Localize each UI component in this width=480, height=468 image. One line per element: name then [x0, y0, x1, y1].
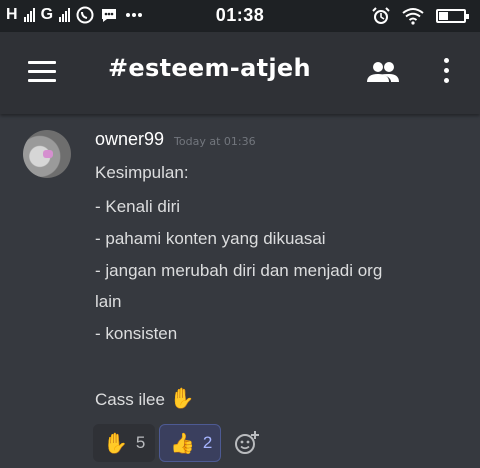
alarm-icon [372, 7, 390, 24]
more-vertical-icon[interactable] [440, 58, 452, 86]
message-line: lain [95, 292, 122, 311]
message-line: - jangan merubah diri dan menjadi org [95, 261, 383, 280]
message-header: owner99 Today at 01:36 [95, 129, 256, 150]
channel-title: #esteem-atjeh [108, 54, 311, 82]
message-line: - Kenali diri [95, 197, 181, 216]
message-line: - konsisten [95, 324, 178, 343]
battery-icon [436, 9, 469, 23]
status-right [372, 7, 469, 25]
reaction-emoji: ✋ [103, 431, 128, 455]
message-line: Kesimpulan: [95, 163, 189, 182]
battery-level [439, 12, 449, 20]
reaction-count: 5 [135, 433, 146, 452]
avatar[interactable] [23, 130, 71, 178]
message-line: Cass ilee [95, 390, 165, 409]
add-reaction-icon[interactable] [234, 430, 260, 456]
wifi-icon [402, 8, 424, 25]
status-bar: H G 01:38 [0, 0, 480, 32]
reaction-raised-hand[interactable]: ✋ 5 [93, 424, 155, 462]
reaction-thumbs-up[interactable]: 👍 2 [159, 424, 221, 462]
message-last-line: Cass ilee ✋ [95, 386, 195, 411]
message-timestamp: Today at 01:36 [174, 135, 256, 148]
channel-header: #esteem-atjeh [0, 32, 480, 114]
reaction-emoji: 👍 [170, 431, 195, 455]
message-line: - pahami konten yang dikuasai [95, 229, 326, 248]
author-name[interactable]: owner99 [95, 129, 164, 150]
reaction-count: 2 [202, 433, 213, 452]
hamburger-menu-icon[interactable] [28, 61, 56, 83]
raised-hand-emoji: ✋ [169, 388, 195, 410]
members-icon[interactable] [366, 60, 400, 84]
